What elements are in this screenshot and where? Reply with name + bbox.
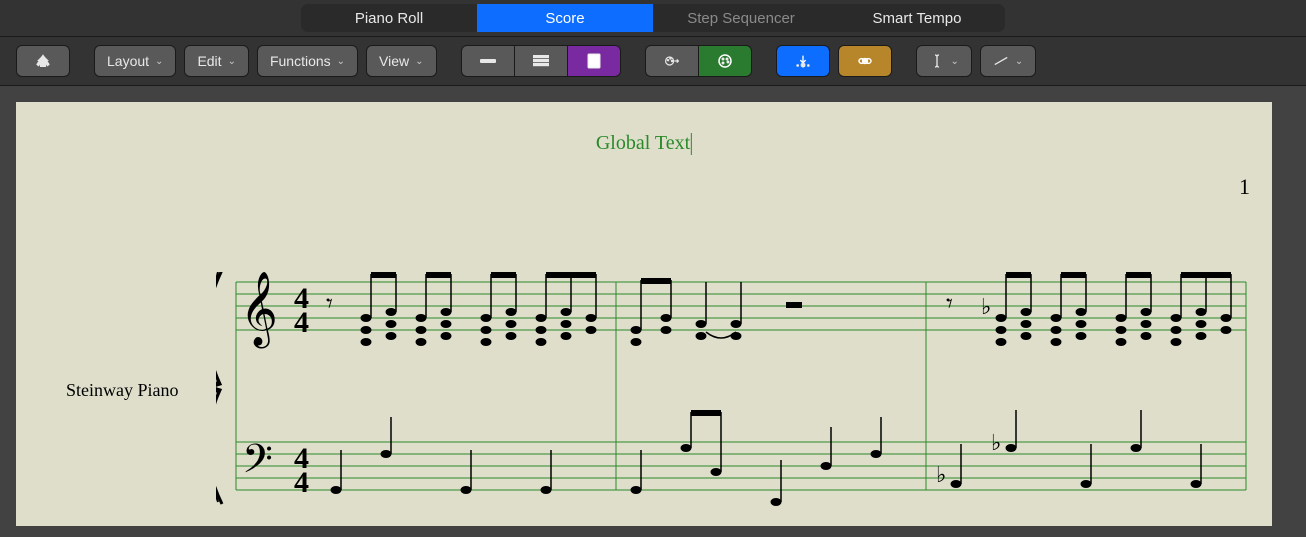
svg-text:♭: ♭	[981, 294, 991, 319]
music-staff[interactable]: 𝄞 𝄢 4 4 4 4 𝄾	[216, 272, 1256, 532]
functions-menu[interactable]: Functions ⌄	[257, 45, 358, 77]
line-tool-icon	[993, 53, 1009, 69]
tab-step-sequencer[interactable]: Step Sequencer	[653, 4, 829, 32]
linear-view-icon	[480, 53, 496, 69]
bass-staff	[236, 442, 1246, 490]
svg-text:♭: ♭	[936, 462, 946, 487]
text-cursor-icon	[929, 53, 945, 69]
chevron-down-icon: ⌄	[951, 56, 959, 67]
timesig-bottom: 4	[294, 306, 309, 339]
midi-in-button[interactable]: ✱	[776, 45, 830, 77]
up-arrow-icon	[35, 53, 51, 69]
tab-score[interactable]: Score	[477, 4, 653, 32]
palette-outgoing-icon	[664, 53, 680, 69]
linear-view-button[interactable]	[461, 45, 514, 77]
svg-text:4: 4	[294, 466, 309, 499]
layout-label: Layout	[107, 53, 149, 69]
part-box-button[interactable]	[645, 45, 698, 77]
layout-menu[interactable]: Layout ⌄	[94, 45, 176, 77]
svg-text:♭: ♭	[991, 430, 1001, 455]
color-button[interactable]	[698, 45, 752, 77]
functions-label: Functions	[270, 53, 331, 69]
chevron-down-icon: ⌄	[155, 56, 163, 67]
catch-button[interactable]	[838, 45, 892, 77]
view-mode-segment	[461, 45, 621, 77]
text-tool-menu[interactable]: ⌄	[916, 45, 972, 77]
chevron-down-icon: ⌄	[337, 56, 345, 67]
tab-piano-roll[interactable]: Piano Roll	[301, 4, 477, 32]
palette-icon	[717, 53, 733, 69]
chevron-down-icon: ⌄	[228, 56, 236, 67]
page-number: 1	[1239, 174, 1250, 200]
view-menu[interactable]: View ⌄	[366, 45, 436, 77]
svg-text:✱: ✱	[800, 63, 804, 69]
editor-tab-bar: Piano Roll Score Step Sequencer Smart Te…	[0, 0, 1306, 37]
treble-clef: 𝄞	[240, 273, 278, 349]
page-view-icon	[586, 53, 602, 69]
page-view-button[interactable]	[567, 45, 621, 77]
editor-tabs: Piano Roll Score Step Sequencer Smart Te…	[301, 4, 1005, 32]
tab-smart-tempo[interactable]: Smart Tempo	[829, 4, 1005, 32]
global-text-value: Global Text	[596, 132, 690, 154]
color-segment	[645, 45, 752, 77]
wrapped-view-icon	[533, 53, 549, 69]
line-tool-menu[interactable]: ⌄	[980, 45, 1036, 77]
bass-clef: 𝄢	[242, 438, 273, 491]
text-cursor	[691, 133, 692, 155]
edit-menu[interactable]: Edit ⌄	[184, 45, 249, 77]
score-canvas-area: Global Text 1 Steinway Piano 𝄞 𝄢 4	[0, 86, 1306, 537]
midi-in-icon: ✱	[795, 53, 811, 69]
chevron-down-icon: ⌄	[1015, 56, 1023, 67]
global-text-field[interactable]: Global Text	[596, 132, 692, 155]
instrument-name[interactable]: Steinway Piano	[66, 380, 179, 401]
chevron-down-icon: ⌄	[415, 56, 423, 67]
svg-text:𝄾: 𝄾	[946, 289, 953, 318]
edit-label: Edit	[197, 53, 221, 69]
link-icon	[857, 53, 873, 69]
score-page[interactable]: Global Text 1 Steinway Piano 𝄞 𝄢 4	[16, 102, 1272, 526]
wrapped-view-button[interactable]	[514, 45, 567, 77]
back-arrow-button[interactable]	[16, 45, 70, 77]
score-toolbar: Layout ⌄ Edit ⌄ Functions ⌄ View ⌄ ✱ ⌄ ⌄	[0, 37, 1306, 86]
svg-text:𝄾: 𝄾	[326, 289, 333, 318]
view-label: View	[379, 53, 409, 69]
